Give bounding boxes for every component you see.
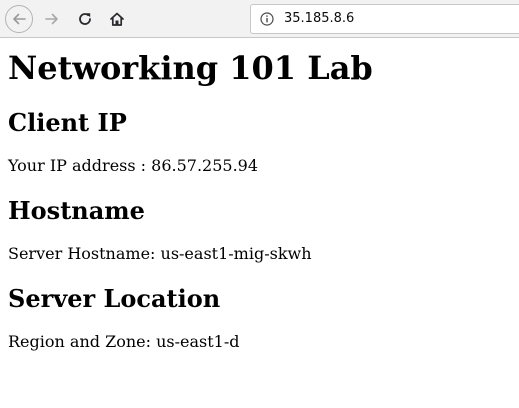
home-icon: [110, 12, 124, 26]
forward-button[interactable]: [38, 5, 66, 33]
url-text[interactable]: 35.185.8.6: [284, 11, 354, 26]
info-icon[interactable]: [260, 12, 274, 26]
back-button[interactable]: [5, 5, 33, 33]
client-ip-text: Your IP address : 86.57.255.94: [8, 156, 259, 175]
page-title: Networking 101 Lab: [8, 49, 373, 87]
server-location-heading: Server Location: [8, 284, 221, 313]
address-bar[interactable]: 35.185.8.6: [250, 4, 519, 34]
forward-arrow-icon: [45, 13, 58, 25]
server-location-text: Region and Zone: us-east1-d: [8, 332, 240, 351]
hostname-heading: Hostname: [8, 196, 145, 225]
client-ip-heading: Client IP: [8, 108, 127, 137]
browser-toolbar: 35.185.8.6: [0, 0, 519, 38]
reload-button[interactable]: [71, 5, 99, 33]
reload-icon: [79, 13, 91, 25]
back-arrow-icon: [13, 13, 26, 25]
home-button[interactable]: [103, 5, 131, 33]
hostname-text: Server Hostname: us-east1-mig-skwh: [8, 244, 312, 263]
